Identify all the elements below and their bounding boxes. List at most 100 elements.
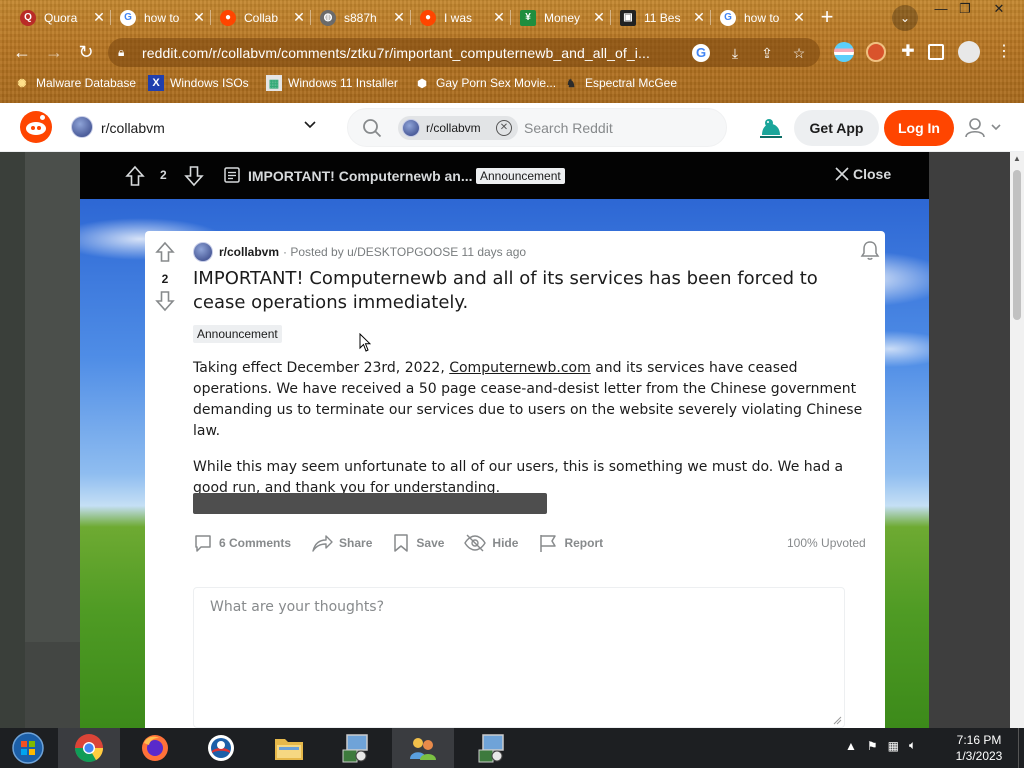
upvote-ratio: 100% Upvoted [787, 536, 866, 550]
chrome-icon [75, 734, 103, 762]
comment-textarea[interactable]: What are your thoughts? [193, 587, 845, 728]
tab-money[interactable]: ¥ Money ✕ [514, 4, 612, 31]
close-icon[interactable]: ✕ [192, 9, 206, 26]
tab-11-best[interactable]: ▣ 11 Bes ✕ [614, 4, 712, 31]
bookmark-windows-11-installer[interactable]: ▦ Windows 11 Installer [266, 75, 398, 91]
folder-icon [275, 739, 303, 760]
taskbar-app-1[interactable] [324, 728, 386, 768]
post-meta: r/collabvm · Posted by u/DESKTOPGOOSE 11… [193, 242, 526, 262]
bookmark-windows-isos[interactable]: X Windows ISOs [148, 75, 249, 91]
resize-handle-icon[interactable] [832, 715, 842, 725]
quora-icon: Q [20, 9, 36, 26]
address-bar[interactable]: 🔒︎ reddit.com/r/collabvm/comments/ztku7r… [108, 38, 820, 67]
show-desktop-button[interactable] [1018, 728, 1024, 768]
login-button[interactable]: Log In [884, 110, 954, 146]
post-flair[interactable]: Announcement [193, 325, 282, 343]
google-lens-icon[interactable]: G [692, 43, 710, 62]
taskbar-app-3[interactable] [460, 728, 522, 768]
post-overlay-bar: 2 IMPORTANT! Computernewb an... Announce… [80, 152, 929, 199]
new-tab-button[interactable]: + [815, 6, 839, 30]
community-dropdown-label[interactable]: r/collabvm [101, 120, 165, 136]
close-icon[interactable]: ✕ [692, 9, 706, 26]
comments-button[interactable]: 6 Comments [193, 533, 291, 553]
upvote-icon[interactable] [125, 165, 145, 187]
bookmark-malware-database[interactable]: ✺ Malware Database [14, 75, 136, 91]
back-button[interactable]: ← [10, 40, 34, 64]
clock[interactable]: 7:16 PM 1/3/2023 [948, 732, 1010, 764]
computernewb-link[interactable]: Computernewb.com [449, 360, 591, 376]
browser-toolbar: ← → ↻ 🔒︎ reddit.com/r/collabvm/comments/… [0, 35, 1024, 69]
taskbar-firefox[interactable] [124, 728, 186, 768]
profile-icon[interactable] [958, 41, 980, 63]
tab-search-button[interactable]: ⌄ [892, 5, 918, 31]
tab-google-2[interactable]: G how to ✕ [714, 4, 812, 31]
community-avatar[interactable] [193, 242, 213, 262]
tab-reddit-iwas[interactable]: ● I was ✕ [414, 4, 512, 31]
scrollbar-thumb[interactable] [1013, 170, 1021, 320]
redacted-block [193, 493, 547, 514]
page-scrollbar[interactable]: ▲ [1010, 152, 1024, 728]
taskbar-campaign-app[interactable] [190, 728, 252, 768]
bookmark-gay-porn[interactable]: ⬢ Gay Porn Sex Movie... [414, 75, 556, 91]
extensions-puzzle-icon[interactable]: ✚ [898, 42, 918, 62]
chevron-up-icon[interactable]: ▲ [845, 739, 857, 753]
forward-button[interactable]: → [42, 40, 66, 64]
bookmark-star-icon[interactable]: ☆ [788, 42, 810, 64]
volume-icon[interactable]: 🔈︎ [909, 738, 916, 753]
close-icon[interactable]: ✕ [592, 9, 606, 26]
extension-flag-icon[interactable] [834, 42, 854, 62]
report-button[interactable]: Report [538, 533, 603, 553]
search-bar[interactable]: r/collabvm ✕ Search Reddit [347, 108, 727, 147]
user-menu-icon[interactable] [963, 117, 1005, 139]
advertise-icon[interactable] [758, 115, 784, 141]
url-text[interactable]: reddit.com/r/collabvm/comments/ztku7r/im… [142, 45, 692, 61]
download-icon[interactable]: ⤓ [724, 42, 746, 64]
downvote-icon[interactable] [184, 165, 204, 187]
restore-button[interactable]: ❐ [950, 0, 980, 18]
firefox-icon [142, 735, 168, 761]
community-avatar [71, 116, 93, 138]
close-icon[interactable]: ✕ [392, 9, 406, 26]
close-icon[interactable]: ✕ [292, 9, 306, 26]
downvote-icon[interactable] [154, 290, 176, 312]
close-icon[interactable]: ✕ [492, 9, 506, 26]
monitor-icon [342, 734, 368, 763]
reload-button[interactable]: ↻ [74, 40, 98, 64]
share-icon[interactable]: ⇪ [756, 42, 778, 64]
taskbar-file-explorer[interactable] [258, 728, 320, 768]
browser-chrome: Q Quora ✕ G how to ✕ ● Collab ✕ ◍ s887h … [0, 0, 1024, 103]
tab-quora[interactable]: Q Quora ✕ [14, 4, 112, 31]
share-button[interactable]: Share [311, 533, 372, 553]
extension-avatar-icon[interactable] [866, 42, 886, 62]
side-panel-icon[interactable] [928, 44, 944, 60]
clear-chip-icon[interactable]: ✕ [496, 120, 512, 136]
tab-s887h[interactable]: ◍ s887h ✕ [314, 4, 412, 31]
save-button[interactable]: Save [392, 533, 444, 553]
bell-icon[interactable] [859, 239, 881, 261]
reddit-icon: ● [420, 9, 436, 26]
start-button[interactable] [0, 728, 56, 768]
chevron-down-icon[interactable] [303, 117, 317, 134]
bookmark-espectral-mcgee[interactable]: ♞ Espectral McGee [563, 75, 677, 91]
close-window-button[interactable]: ✕ [984, 0, 1014, 18]
subreddit-link[interactable]: r/collabvm [219, 245, 279, 259]
search-input[interactable]: Search Reddit [524, 120, 613, 136]
get-app-button[interactable]: Get App [794, 110, 879, 146]
network-icon[interactable]: ▦ [888, 739, 899, 753]
taskbar-chrome[interactable] [58, 728, 120, 768]
money-icon: ¥ [520, 9, 536, 26]
hide-button[interactable]: Hide [464, 533, 518, 553]
taskbar-app-2[interactable] [392, 728, 454, 768]
upvote-icon[interactable] [154, 241, 176, 263]
tab-google-1[interactable]: G how to ✕ [114, 4, 212, 31]
tab-reddit-collab[interactable]: ● Collab ✕ [214, 4, 312, 31]
close-icon[interactable]: ✕ [92, 9, 106, 26]
close-button[interactable]: Close [835, 166, 891, 182]
posted-by: · Posted by u/DESKTOPGOOSE 11 days ago [283, 245, 527, 259]
action-center-flag-icon[interactable]: ⚑ [867, 739, 878, 753]
close-icon[interactable]: ✕ [792, 9, 806, 26]
tab-strip: Q Quora ✕ G how to ✕ ● Collab ✕ ◍ s887h … [0, 0, 1024, 35]
search-community-chip[interactable]: r/collabvm ✕ [398, 116, 518, 140]
reddit-logo-icon[interactable] [20, 111, 52, 143]
menu-kebab-icon[interactable]: ⋮ [992, 40, 1016, 64]
